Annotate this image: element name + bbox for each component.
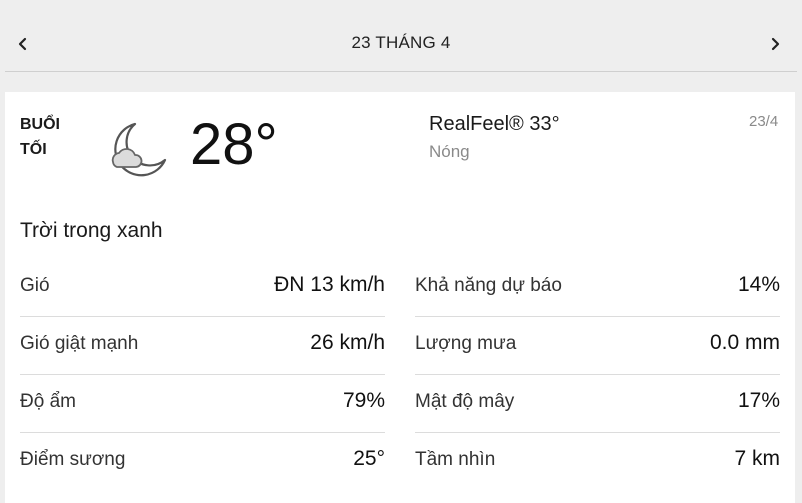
moon-cloud-icon: [111, 122, 167, 177]
short-date: 23/4: [749, 113, 779, 130]
details-right-column: Khả năng dự báo 14% Lượng mưa 0.0 mm Mật…: [415, 259, 780, 490]
detail-value: 14%: [737, 273, 780, 296]
detail-label: Lượng mưa: [415, 333, 517, 354]
forecast-card: BUỔI TỐI 28° RealFeel® 33° Nóng 23/4 Trờ…: [5, 92, 795, 503]
detail-label: Gió giật mạnh: [20, 333, 139, 354]
detail-label: Điểm sương: [20, 449, 126, 470]
period-line-1: BUỔI: [20, 116, 60, 133]
detail-label: Độ ẩm: [20, 391, 76, 412]
detail-value: 25°: [353, 447, 385, 470]
weather-condition: Trời trong xanh: [20, 219, 163, 242]
temperature: 28°: [190, 112, 278, 177]
date-navigation: 23 THÁNG 4: [0, 0, 802, 72]
detail-row-wind: Gió ĐN 13 km/h: [20, 259, 385, 316]
detail-label: Tầm nhìn: [415, 449, 496, 470]
realfeel: RealFeel® 33°: [429, 113, 560, 135]
next-day-button[interactable]: [765, 30, 785, 58]
nav-divider: [5, 71, 797, 72]
detail-row-precipitation: Lượng mưa 0.0 mm: [415, 316, 780, 374]
detail-row-cloud-cover: Mật độ mây 17%: [415, 374, 780, 432]
detail-value: 26 km/h: [310, 331, 385, 354]
detail-label: Khả năng dự báo: [415, 275, 562, 296]
detail-value: 79%: [342, 389, 385, 412]
detail-label: Gió: [20, 275, 50, 296]
period-label: BUỔI TỐI: [20, 112, 80, 162]
detail-value: ĐN 13 km/h: [274, 273, 385, 296]
date-title: 23 THÁNG 4: [351, 33, 451, 52]
detail-value: 17%: [737, 389, 780, 412]
realfeel-description: Nóng: [429, 142, 470, 161]
detail-row-precip-probability: Khả năng dự báo 14%: [415, 259, 780, 316]
detail-row-humidity: Độ ẩm 79%: [20, 374, 385, 432]
detail-value: 7 km: [734, 447, 780, 470]
detail-row-visibility: Tầm nhìn 7 km: [415, 432, 780, 490]
detail-row-dew-point: Điểm sương 25°: [20, 432, 385, 490]
period-line-2: TỐI: [20, 141, 47, 158]
chevron-right-icon: [771, 37, 780, 51]
detail-label: Mật độ mây: [415, 391, 515, 412]
details-left-column: Gió ĐN 13 km/h Gió giật mạnh 26 km/h Độ …: [20, 259, 385, 490]
detail-value: 0.0 mm: [709, 331, 780, 354]
detail-row-wind-gust: Gió giật mạnh 26 km/h: [20, 316, 385, 374]
